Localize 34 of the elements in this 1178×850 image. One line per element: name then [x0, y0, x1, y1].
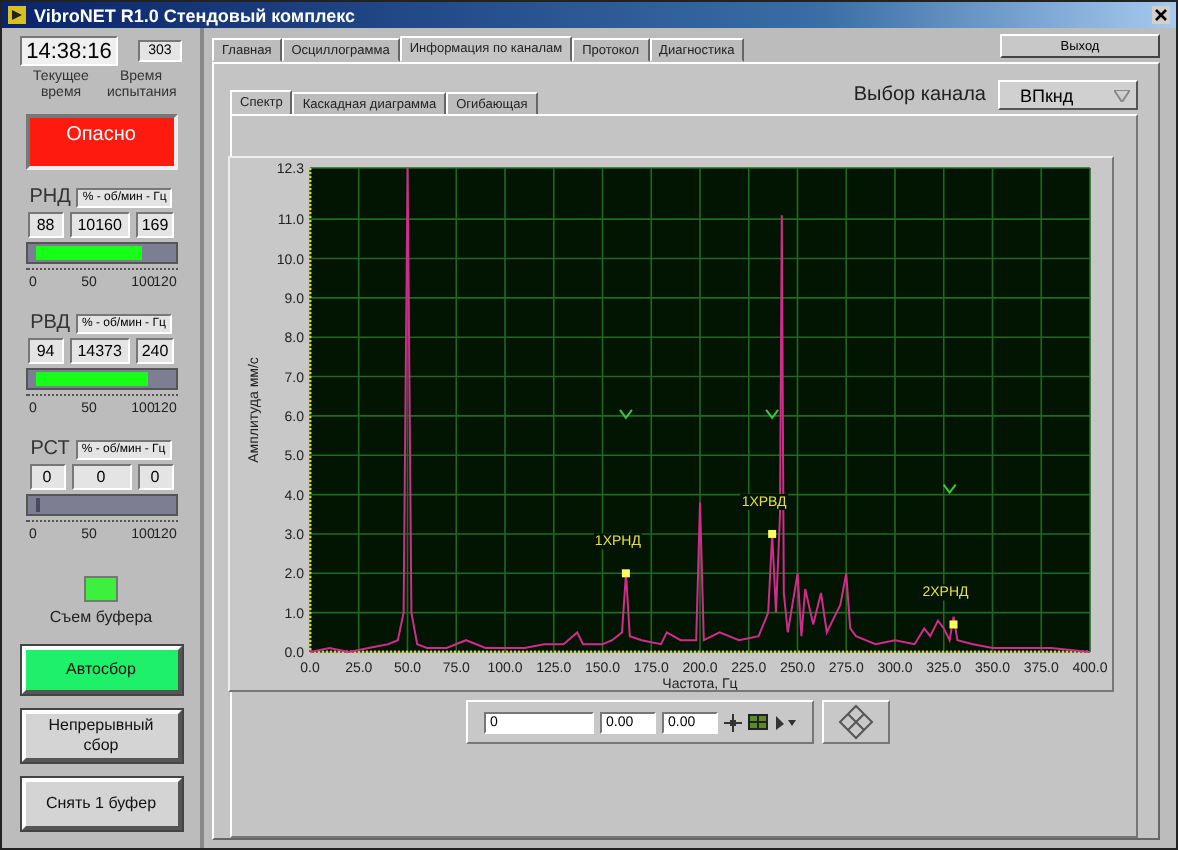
led-label: Съем буфера [49, 608, 153, 626]
app-icon [8, 6, 26, 24]
move-icon[interactable] [724, 713, 742, 731]
value-display: 0 [71, 464, 131, 490]
gauge-name: РНД [29, 186, 71, 208]
alarm-indicator: Опасно [25, 114, 177, 170]
gauge-name: РСТ [30, 438, 70, 460]
channel-dropdown[interactable]: ВПкнд [998, 80, 1138, 110]
value-display: 0 [29, 464, 65, 490]
peak-marker [948, 620, 957, 629]
value-display: 14373 [69, 338, 130, 364]
close-icon[interactable] [1152, 6, 1170, 24]
value-display: 0 [137, 464, 173, 490]
cursor-icon[interactable] [941, 483, 956, 495]
peak-marker [620, 569, 629, 578]
value-display: 94 [27, 338, 64, 364]
dropdown-icon [1114, 89, 1130, 101]
cursor-icon[interactable] [764, 408, 779, 420]
action-button[interactable]: Автосбор [21, 646, 181, 694]
window-title: VibroNET R1.0 Стендовый комплекс [34, 5, 358, 25]
value-display: 240 [135, 338, 175, 364]
gauge-name: РВД [30, 312, 70, 334]
cursor-style-icon[interactable] [774, 713, 796, 731]
value-display: 169 [135, 212, 175, 238]
channel-label: Выбор канала [853, 84, 986, 106]
cursor-icon[interactable] [617, 408, 632, 420]
peak-marker [767, 529, 776, 538]
action-button[interactable]: Снять 1 буфер [21, 778, 181, 830]
navigation-button[interactable] [822, 700, 890, 744]
grid-icon[interactable] [748, 714, 768, 730]
value-display: 10160 [69, 212, 130, 238]
action-button[interactable]: Непрерывный сбор [21, 710, 181, 762]
value-display: 88 [27, 212, 64, 238]
clock-display: 14:38:16 [20, 36, 118, 66]
